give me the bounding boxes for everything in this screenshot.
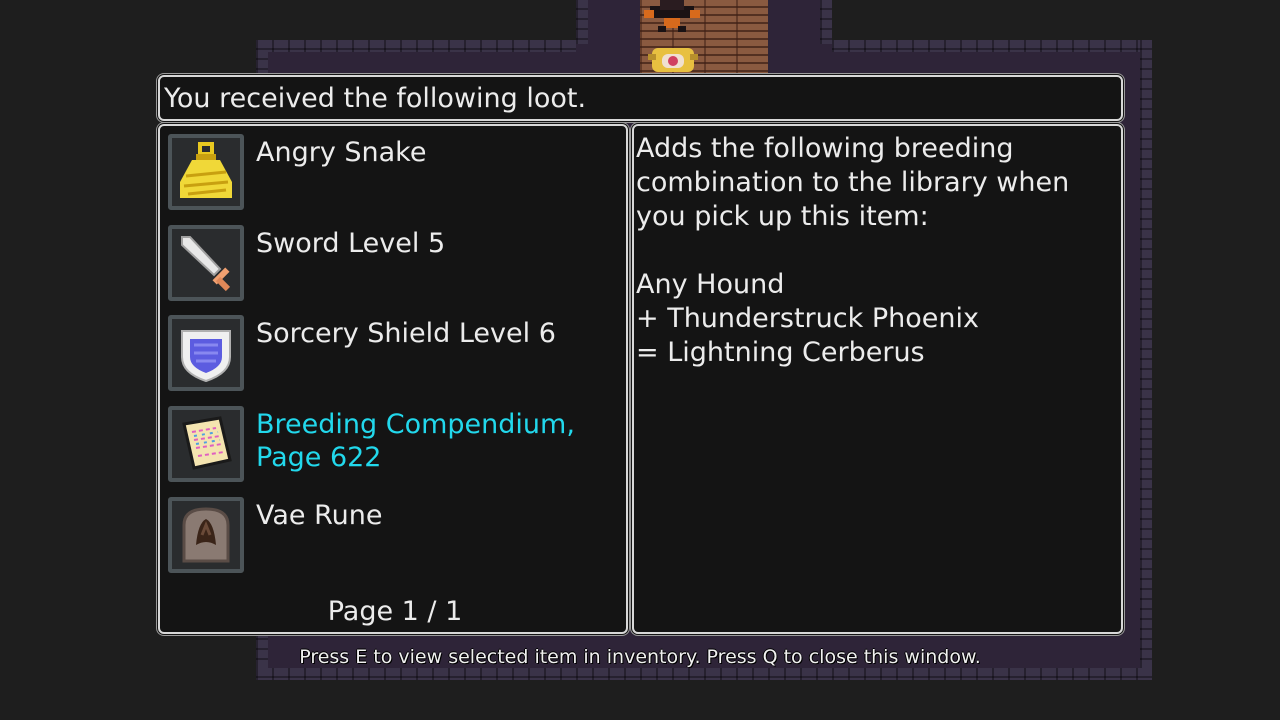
item-slot xyxy=(168,225,244,301)
loot-item-name: Angry Snake xyxy=(256,137,427,168)
loot-item-name: Vae Rune xyxy=(256,500,383,531)
breeding-result: = Lightning Cerberus xyxy=(636,337,925,368)
page-indicator: Page 1 / 1 xyxy=(327,596,463,627)
scroll-icon xyxy=(182,416,232,470)
loot-item-name: Sorcery Shield Level 6 xyxy=(256,318,556,349)
room-wall-top-left xyxy=(256,40,576,52)
loot-dialog-title: You received the following loot. xyxy=(164,83,587,114)
loot-dialog-title-bar: You received the following loot. xyxy=(158,75,1123,121)
monster-sprite xyxy=(644,0,700,32)
item-slot xyxy=(168,406,244,482)
item-description: Adds the following breeding combination … xyxy=(636,132,1116,370)
description-intro: Adds the following breeding combination … xyxy=(636,133,1070,232)
help-text: Press E to view selected item in invento… xyxy=(299,646,981,668)
player-sprite xyxy=(648,48,698,72)
shield-icon xyxy=(181,330,231,383)
loot-list-panel: Angry Snake Sword Level 5 Sorcery Shield… xyxy=(158,124,628,634)
loot-item-breeding-compendium[interactable]: Breeding Compendium, Page 622 xyxy=(168,406,618,486)
loot-item-angry-snake[interactable]: Angry Snake xyxy=(168,134,618,214)
loot-item-sword[interactable]: Sword Level 5 xyxy=(168,225,618,305)
room-wall-bottom xyxy=(256,668,1152,680)
breeding-parent-1: Any Hound xyxy=(636,269,785,300)
loot-item-name: Sword Level 5 xyxy=(256,228,446,259)
yellow-bag-icon xyxy=(180,142,232,198)
item-slot xyxy=(168,497,244,573)
sword-icon xyxy=(181,236,231,292)
rune-stone-icon xyxy=(182,507,230,563)
room-wall-right xyxy=(1140,40,1152,680)
loot-item-name: Breeding Compendium, Page 622 xyxy=(256,409,575,473)
item-description-panel: Adds the following breeding combination … xyxy=(632,124,1123,634)
loot-item-sorcery-shield[interactable]: Sorcery Shield Level 6 xyxy=(168,315,618,395)
loot-item-vae-rune[interactable]: Vae Rune xyxy=(168,497,618,577)
room-wall-top-right xyxy=(832,40,1152,52)
corridor-wall-left xyxy=(576,0,588,44)
item-slot xyxy=(168,315,244,391)
corridor-wall-right xyxy=(820,0,832,44)
item-slot xyxy=(168,134,244,210)
breeding-parent-2: + Thunderstruck Phoenix xyxy=(636,303,979,334)
